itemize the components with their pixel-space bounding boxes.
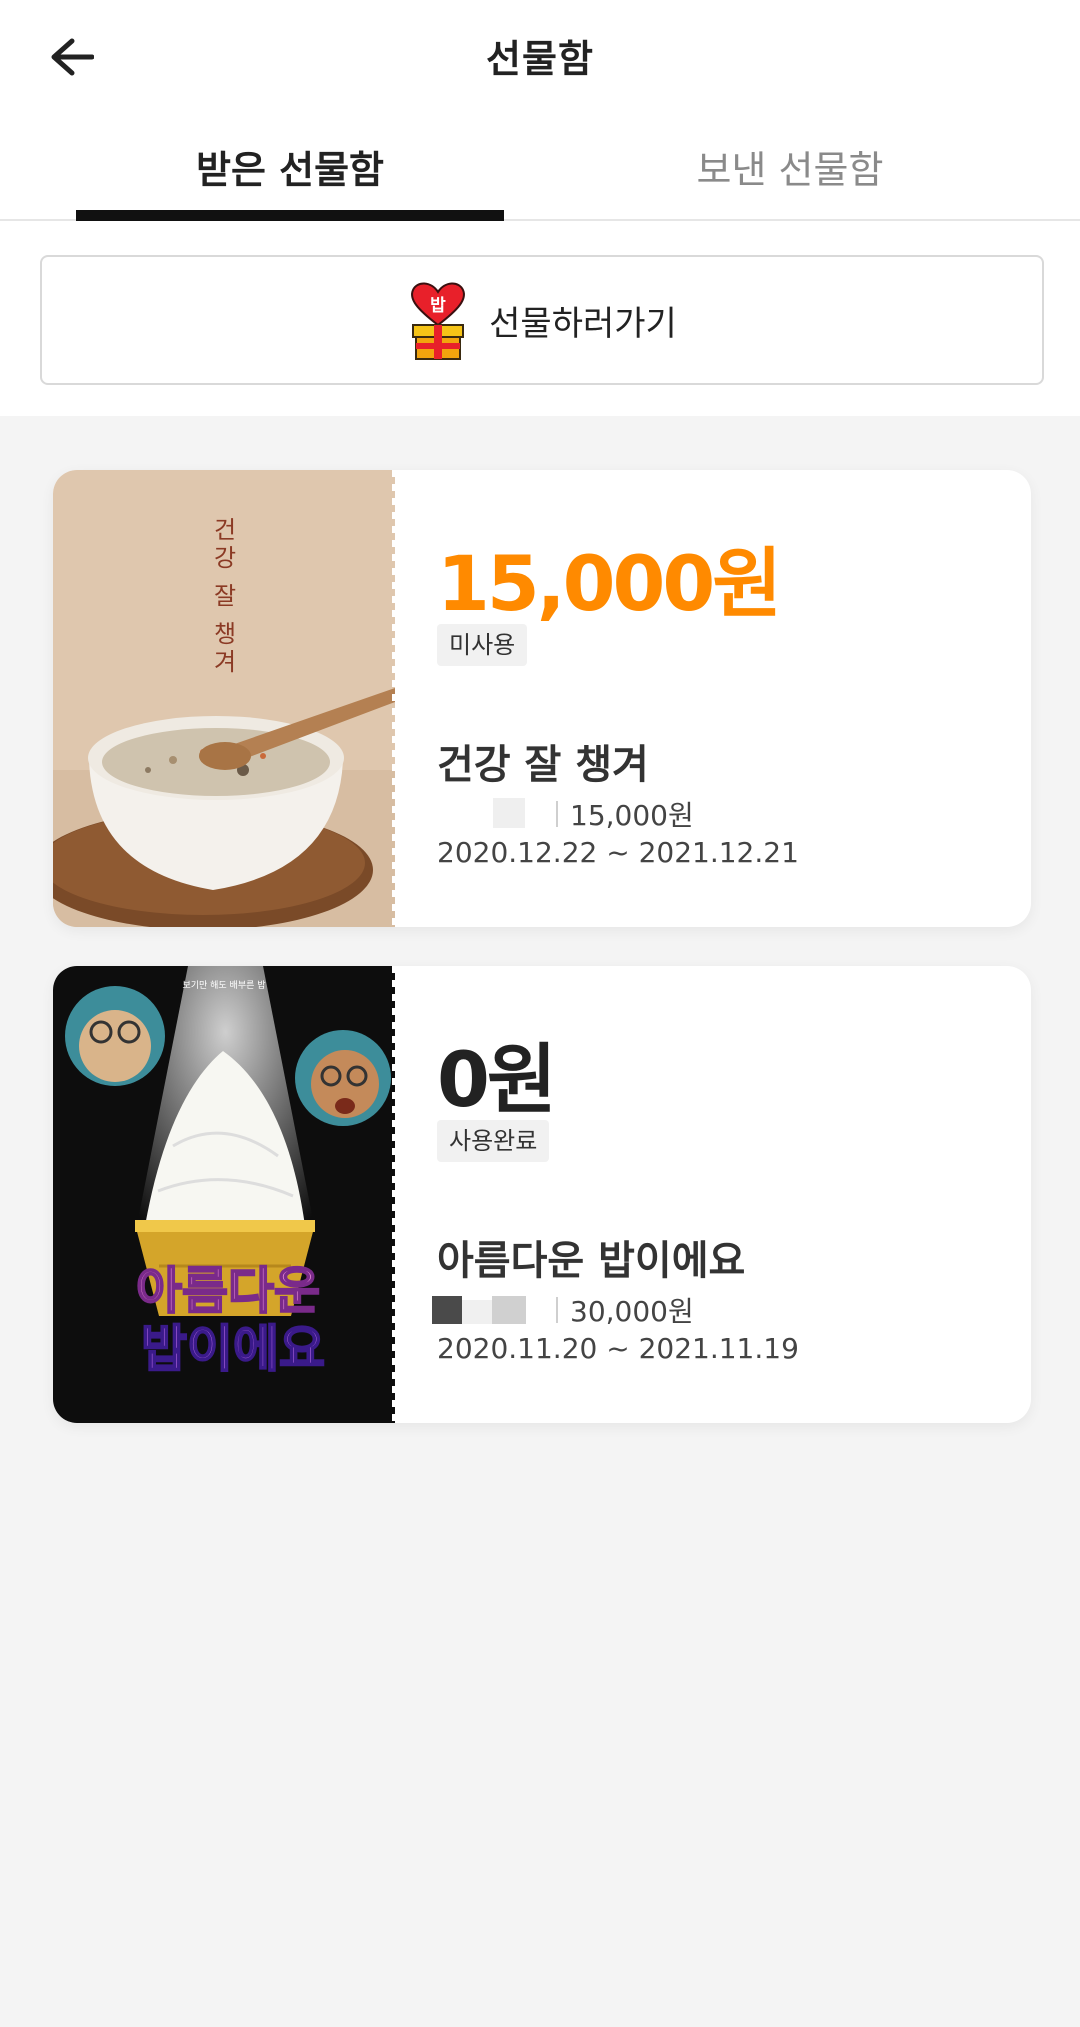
svg-text:잘: 잘 xyxy=(214,582,236,610)
gift-amount: 15,000원 xyxy=(437,539,782,628)
validity-period: 2020.11.20 ~ 2021.11.19 xyxy=(437,1332,799,1365)
gift-image-rice: 보기만 해도 배부른 밥 아름다운 밥이에요 xyxy=(53,966,395,1423)
sender-name-redacted xyxy=(437,798,542,830)
gift-card-body: 15,000원 미사용 건강 잘 챙겨 15,000원 2020.12.22 ~… xyxy=(437,470,1031,927)
rice-image-title-1: 아름다운 xyxy=(136,1262,320,1320)
svg-text:건: 건 xyxy=(214,516,236,544)
top-section: 선물함 받은 선물함 보낸 선물함 밥 선물하러가기 xyxy=(0,0,1080,416)
svg-text:챙: 챙 xyxy=(214,620,236,648)
svg-text:강: 강 xyxy=(214,544,236,572)
gift-heart-label: 밥 xyxy=(430,296,446,316)
gift-heart-icon: 밥 xyxy=(411,282,466,360)
go-gift-button[interactable]: 밥 선물하러가기 xyxy=(40,255,1044,385)
gift-card[interactable]: 보기만 해도 배부른 밥 아름다운 밥이에요 0원 사용완료 아름다운 밥이에요… xyxy=(53,966,1031,1423)
gift-meta: 30,000원 xyxy=(432,1292,694,1328)
gift-card[interactable]: 건 강 잘 챙 겨 15,000원 미사용 건강 잘 챙겨 15,000원 20… xyxy=(53,470,1031,927)
gift-price: 30,000원 xyxy=(570,1295,694,1328)
page-title: 선물함 xyxy=(486,37,594,81)
gift-name: 건강 잘 챙겨 xyxy=(437,742,649,788)
rice-image-title-2: 밥이에요 xyxy=(141,1320,325,1378)
ticket-perforation xyxy=(392,470,398,927)
gift-amount: 0원 xyxy=(437,1035,557,1124)
gift-meta: 15,000원 xyxy=(437,796,694,832)
rice-image-caption: 보기만 해도 배부른 밥 xyxy=(182,980,265,991)
go-gift-label: 선물하러가기 xyxy=(489,303,677,344)
svg-text:겨: 겨 xyxy=(214,648,236,676)
divider xyxy=(556,801,558,827)
gift-name: 아름다운 밥이에요 xyxy=(437,1238,746,1284)
status-badge: 사용완료 xyxy=(437,1120,550,1162)
status-badge: 미사용 xyxy=(437,624,528,666)
tab-sent[interactable]: 보낸 선물함 xyxy=(576,112,1004,220)
rice-cone-illustration: 보기만 해도 배부른 밥 아름다운 밥이에요 xyxy=(53,966,395,1423)
header: 선물함 xyxy=(0,0,1080,112)
ticket-perforation xyxy=(392,966,398,1423)
gift-image-porridge: 건 강 잘 챙 겨 xyxy=(53,470,395,927)
tab-received[interactable]: 받은 선물함 xyxy=(76,112,504,220)
porridge-image-text: 건 강 잘 챙 겨 xyxy=(214,516,236,676)
divider xyxy=(556,1297,558,1323)
tab-bar: 받은 선물함 보낸 선물함 xyxy=(0,112,1080,221)
gift-price: 15,000원 xyxy=(570,799,694,832)
active-tab-indicator xyxy=(76,210,504,221)
sender-name-redacted xyxy=(432,1294,542,1326)
validity-period: 2020.12.22 ~ 2021.12.21 xyxy=(437,836,799,869)
gift-card-body: 0원 사용완료 아름다운 밥이에요 30,000원 2020.11.20 ~ 2… xyxy=(432,966,1031,1423)
porridge-illustration: 건 강 잘 챙 겨 xyxy=(53,470,395,927)
